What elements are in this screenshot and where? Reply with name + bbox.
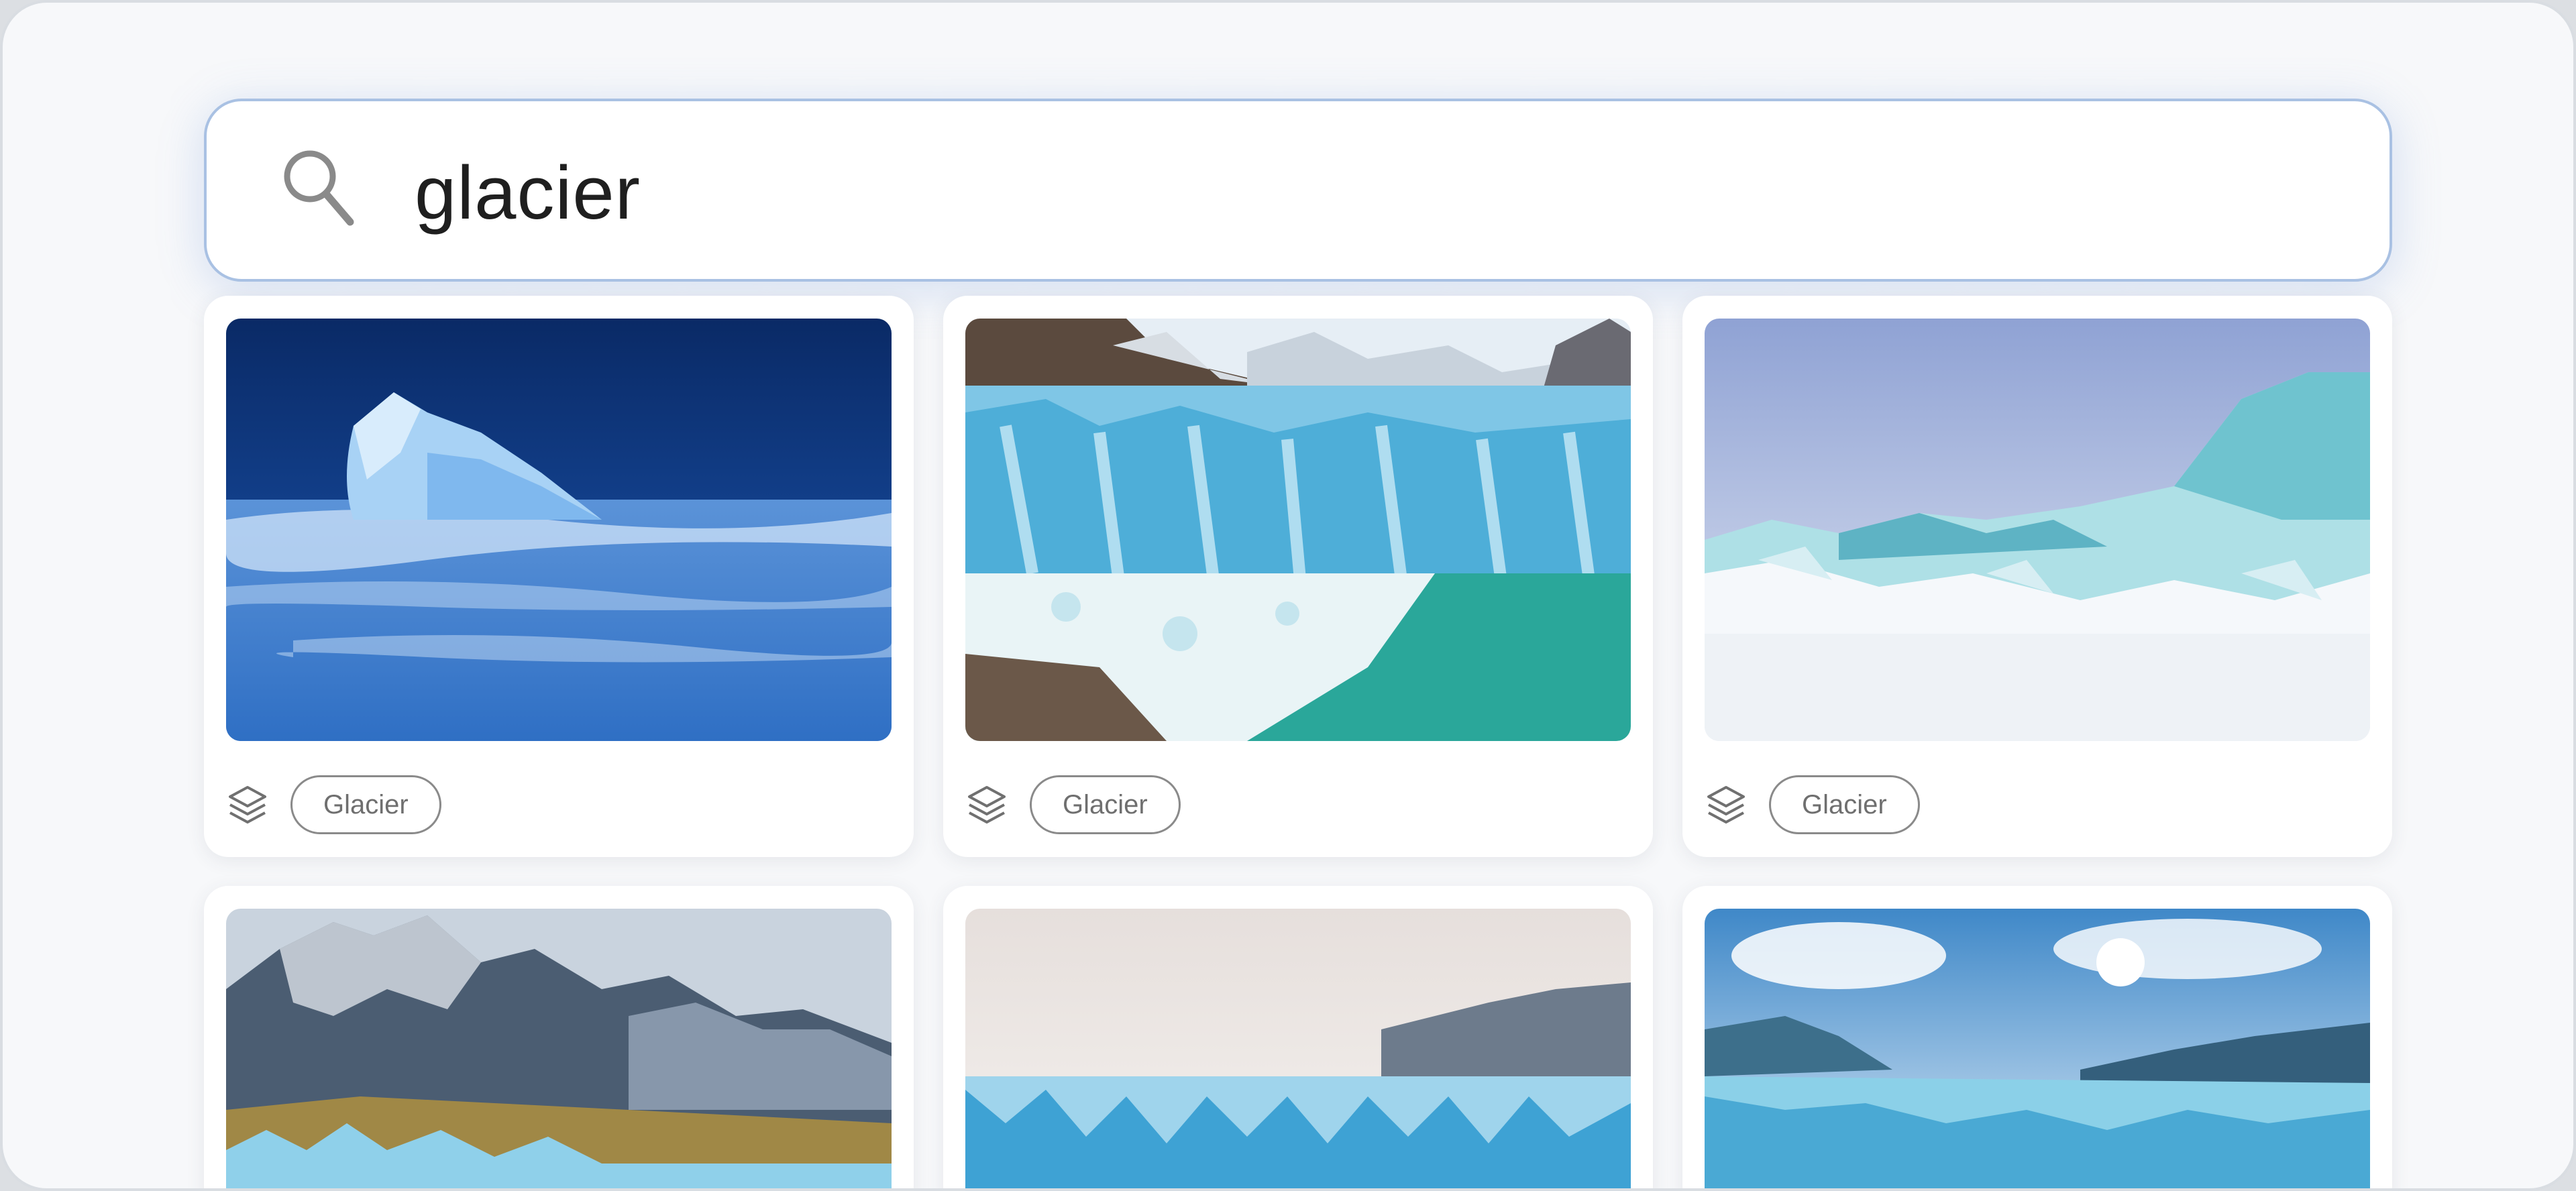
result-image-wide-glacier[interactable] bbox=[965, 909, 1631, 1188]
card-footer: Glacier bbox=[226, 775, 441, 835]
tag-chip[interactable]: Glacier bbox=[1769, 775, 1920, 834]
layers-icon bbox=[229, 786, 266, 824]
card-footer: Glacier bbox=[1705, 775, 1920, 835]
result-image-glacier-sky[interactable] bbox=[1705, 909, 2370, 1188]
result-card[interactable] bbox=[1682, 886, 2392, 1188]
search-input[interactable] bbox=[415, 125, 2360, 260]
result-image-ice-blocks[interactable] bbox=[1705, 319, 2370, 741]
search-bar[interactable] bbox=[204, 99, 2392, 282]
layers-icon bbox=[1707, 786, 1745, 824]
result-image-glacier-face[interactable] bbox=[965, 319, 1631, 741]
result-image-iceberg[interactable] bbox=[226, 319, 892, 741]
card-footer: Glacier bbox=[965, 775, 1181, 835]
search-icon bbox=[284, 150, 354, 226]
result-card[interactable] bbox=[943, 886, 1653, 1188]
result-card[interactable]: Glacier bbox=[943, 296, 1653, 857]
app-window: Glacier bbox=[0, 0, 2576, 1191]
result-card[interactable]: Glacier bbox=[204, 296, 914, 857]
layers-icon bbox=[968, 786, 1006, 824]
result-card[interactable]: Glacier bbox=[1682, 296, 2392, 857]
tag-chip[interactable]: Glacier bbox=[1030, 775, 1181, 834]
tag-chip[interactable]: Glacier bbox=[290, 775, 441, 834]
result-image-mountain-glacier[interactable] bbox=[226, 909, 892, 1188]
result-card[interactable] bbox=[204, 886, 914, 1188]
